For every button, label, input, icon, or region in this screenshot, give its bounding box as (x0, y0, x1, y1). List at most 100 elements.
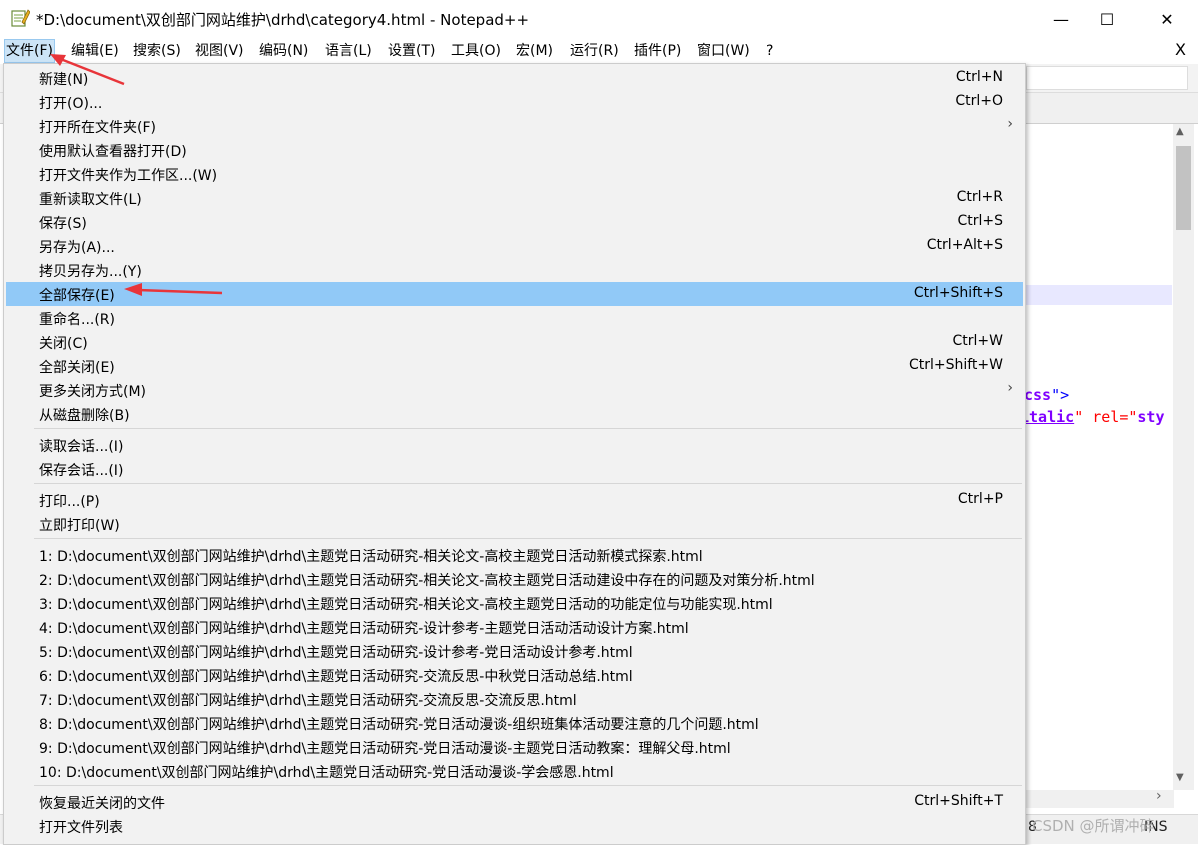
menu-window[interactable]: 窗口(W) (696, 40, 751, 62)
menu-item-label: 关闭(C) (39, 336, 88, 352)
menu-item-print[interactable]: 打印...(P) Ctrl+P (6, 488, 1023, 512)
window-title: *D:\document\双创部门网站维护\drhd\category4.htm… (36, 11, 530, 29)
menu-item-label: 全部保存(E) (39, 288, 115, 304)
menu-item-label: 打开文件列表 (39, 820, 123, 836)
recent-file-item[interactable]: 5: D:\document\双创部门网站维护\drhd\主题党日活动研究-设计… (6, 639, 1023, 663)
menu-item-close-more[interactable]: 更多关闭方式(M) › (6, 378, 1023, 402)
code-token-italic: italic (1020, 408, 1075, 426)
menu-item-shortcut: Ctrl+Shift+T (914, 793, 1003, 809)
recent-file-item[interactable]: 1: D:\document\双创部门网站维护\drhd\主题党日活动研究-相关… (6, 543, 1023, 567)
menu-item-label: 拷贝另存为...(Y) (39, 264, 142, 280)
menu-item-close[interactable]: 关闭(C) Ctrl+W (6, 330, 1023, 354)
menu-item-open-folder-workspace[interactable]: 打开文件夹作为工作区...(W) (6, 162, 1023, 186)
menu-plugins[interactable]: 插件(P) (633, 40, 682, 62)
close-icon: ✕ (1160, 9, 1174, 29)
recent-file-item[interactable]: 7: D:\document\双创部门网站维护\drhd\主题党日活动研究-交流… (6, 687, 1023, 711)
menu-item-label: 全部关闭(E) (39, 360, 115, 376)
menu-item-restore-recent-closed[interactable]: 恢复最近关闭的文件 Ctrl+Shift+T (6, 790, 1023, 814)
menu-file[interactable]: 文件(F) (4, 39, 55, 63)
menu-item-label: 打开所在文件夹(F) (39, 120, 156, 136)
menu-item-save-copy-as[interactable]: 拷贝另存为...(Y) (6, 258, 1023, 282)
recent-file-path: 2: D:\document\双创部门网站维护\drhd\主题党日活动研究-相关… (39, 573, 815, 589)
menu-bar: 文件(F) 编辑(E) 搜索(S) 视图(V) 编码(N) 语言(L) 设置(T… (0, 38, 1198, 64)
code-token-sty: sty (1137, 408, 1165, 426)
menu-item-shortcut: Ctrl+Alt+S (926, 237, 1003, 253)
recent-file-path: 8: D:\document\双创部门网站维护\drhd\主题党日活动研究-党日… (39, 717, 759, 733)
menu-item-label: 重命名...(R) (39, 312, 116, 328)
menu-item-shortcut: Ctrl+Shift+S (913, 285, 1003, 301)
menu-item-load-session[interactable]: 读取会话...(I) (6, 433, 1023, 457)
menu-separator (34, 785, 1022, 786)
scroll-down-icon[interactable]: ▼ (1176, 772, 1184, 783)
menu-item-shortcut: Ctrl+N (955, 69, 1003, 85)
menu-item-shortcut: Ctrl+P (957, 491, 1003, 507)
code-token-rel: " rel=" (1074, 408, 1138, 426)
menu-item-print-now[interactable]: 立即打印(W) (6, 512, 1023, 536)
menu-settings[interactable]: 设置(T) (387, 40, 436, 62)
menu-encoding[interactable]: 编码(N) (258, 40, 309, 62)
minimize-button[interactable]: — (1038, 0, 1084, 38)
current-line-highlight (1026, 285, 1172, 305)
recent-file-item[interactable]: 3: D:\document\双创部门网站维护\drhd\主题党日活动研究-相关… (6, 591, 1023, 615)
scroll-right-icon[interactable]: › (1156, 788, 1162, 804)
menu-item-shortcut: Ctrl+R (956, 189, 1003, 205)
menu-item-open-containing-folder[interactable]: 打开所在文件夹(F) › (6, 114, 1023, 138)
menu-help[interactable]: ? (765, 40, 774, 62)
menu-tools[interactable]: 工具(O) (450, 40, 502, 62)
recent-file-path: 6: D:\document\双创部门网站维护\drhd\主题党日活动研究-交流… (39, 669, 633, 685)
menu-item-save-all[interactable]: 全部保存(E) Ctrl+Shift+S (6, 282, 1023, 306)
menu-run[interactable]: 运行(R) (569, 40, 620, 62)
code-line-css: css"> (1024, 386, 1069, 404)
toolbar-field[interactable] (1026, 66, 1188, 90)
menu-item-reload[interactable]: 重新读取文件(L) Ctrl+R (6, 186, 1023, 210)
recent-file-item[interactable]: 2: D:\document\双创部门网站维护\drhd\主题党日活动研究-相关… (6, 567, 1023, 591)
menu-item-label: 更多关闭方式(M) (39, 384, 147, 400)
menu-search[interactable]: 搜索(S) (132, 40, 182, 62)
horizontal-scrollbar[interactable] (1026, 790, 1174, 808)
menu-item-rename[interactable]: 重命名...(R) (6, 306, 1023, 330)
recent-file-path: 5: D:\document\双创部门网站维护\drhd\主题党日活动研究-设计… (39, 645, 633, 661)
code-token-css: css (1024, 386, 1052, 404)
close-window-button[interactable]: ✕ (1144, 0, 1190, 38)
notepadpp-app-icon (11, 9, 30, 27)
recent-file-item[interactable]: 6: D:\document\双创部门网站维护\drhd\主题党日活动研究-交流… (6, 663, 1023, 687)
recent-file-path: 9: D:\document\双创部门网站维护\drhd\主题党日活动研究-党日… (39, 741, 731, 757)
scroll-up-icon[interactable]: ▲ (1176, 126, 1184, 137)
menu-item-delete-from-disk[interactable]: 从磁盘删除(B) (6, 402, 1023, 426)
menu-item-close-all[interactable]: 全部关闭(E) Ctrl+Shift+W (6, 354, 1023, 378)
submenu-arrow-icon: › (1007, 380, 1013, 396)
menu-item-label: 恢复最近关闭的文件 (39, 796, 165, 812)
recent-file-item[interactable]: 8: D:\document\双创部门网站维护\drhd\主题党日活动研究-党日… (6, 711, 1023, 735)
code-token-close: "> (1051, 386, 1070, 404)
menu-item-new[interactable]: 新建(N) Ctrl+N (6, 66, 1023, 90)
menu-item-label: 从磁盘删除(B) (39, 408, 130, 424)
menu-item-label: 立即打印(W) (39, 518, 120, 534)
menu-item-shortcut: Ctrl+W (952, 333, 1003, 349)
menu-separator (34, 483, 1022, 484)
menu-edit[interactable]: 编辑(E) (70, 40, 120, 62)
menu-separator (34, 538, 1022, 539)
menu-item-open-file-list[interactable]: 打开文件列表 (6, 814, 1023, 838)
menu-item-save-as[interactable]: 另存为(A)... Ctrl+Alt+S (6, 234, 1023, 258)
vertical-scrollbar-thumb[interactable] (1176, 146, 1191, 230)
minimize-icon: — (1053, 9, 1069, 29)
submenu-arrow-icon: › (1007, 116, 1013, 132)
menu-macro[interactable]: 宏(M) (515, 40, 554, 62)
title-bar: *D:\document\双创部门网站维护\drhd\category4.htm… (0, 0, 1198, 38)
menu-item-label: 使用默认查看器打开(D) (39, 144, 187, 160)
recent-file-item[interactable]: 10: D:\document\双创部门网站维护\drhd\主题党日活动研究-党… (6, 759, 1023, 783)
recent-file-item[interactable]: 9: D:\document\双创部门网站维护\drhd\主题党日活动研究-党日… (6, 735, 1023, 759)
recent-file-item[interactable]: 4: D:\document\双创部门网站维护\drhd\主题党日活动研究-设计… (6, 615, 1023, 639)
menu-item-save-session[interactable]: 保存会话...(I) (6, 457, 1023, 481)
menu-view[interactable]: 视图(V) (194, 40, 245, 62)
menu-language[interactable]: 语言(L) (324, 40, 373, 62)
maximize-button[interactable]: ☐ (1084, 0, 1130, 38)
menu-item-save[interactable]: 保存(S) Ctrl+S (6, 210, 1023, 234)
code-line-italic: italic" rel="sty (1020, 408, 1165, 426)
recent-file-path: 1: D:\document\双创部门网站维护\drhd\主题党日活动研究-相关… (39, 549, 703, 565)
maximize-icon: ☐ (1099, 9, 1115, 29)
menu-item-open[interactable]: 打开(O)... Ctrl+O (6, 90, 1023, 114)
close-document-button[interactable]: X (1175, 40, 1186, 59)
recent-file-path: 7: D:\document\双创部门网站维护\drhd\主题党日活动研究-交流… (39, 693, 577, 709)
menu-item-open-default-viewer[interactable]: 使用默认查看器打开(D) (6, 138, 1023, 162)
